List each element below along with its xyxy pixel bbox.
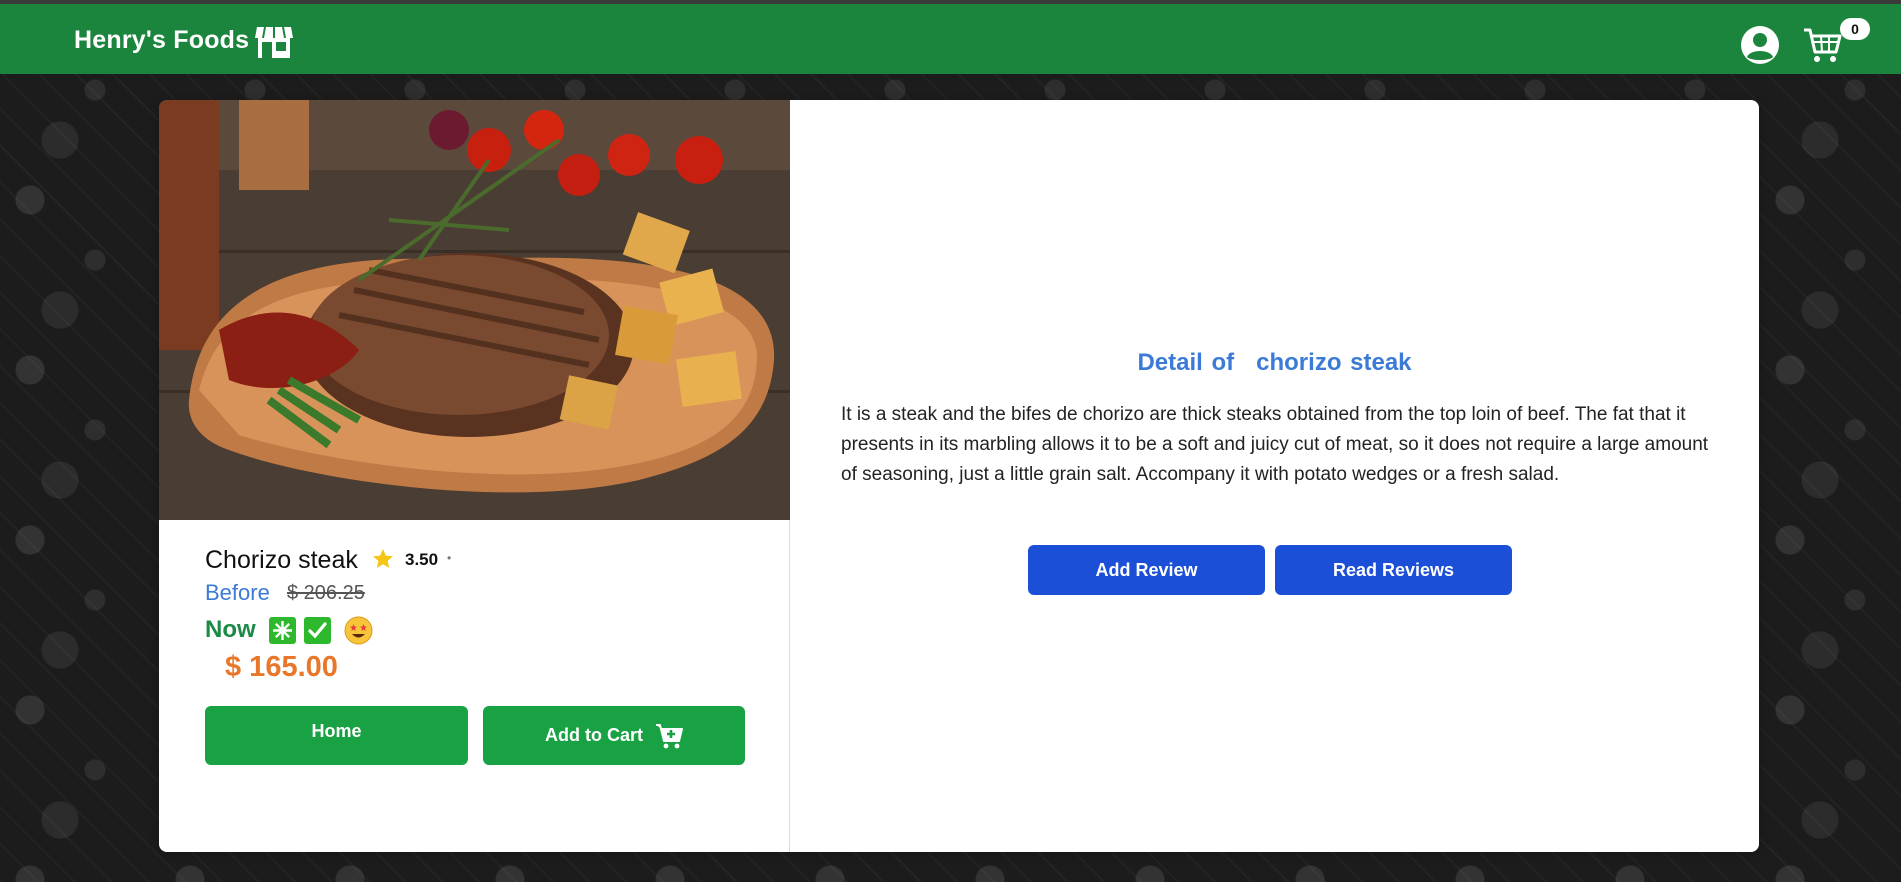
now-label: Now bbox=[205, 616, 256, 643]
rating-separator: • bbox=[447, 551, 452, 565]
detail-title-prefix: Detail of bbox=[1137, 349, 1235, 376]
product-description: It is a steak and the bifes de chorizo a… bbox=[841, 404, 1709, 485]
sparkle-icon bbox=[269, 617, 296, 644]
product-name: Chorizo steak bbox=[205, 546, 358, 574]
home-button[interactable]: Home bbox=[205, 706, 468, 765]
before-label: Before bbox=[205, 580, 270, 605]
top-navbar: Henry's Foods 0 bbox=[0, 0, 1901, 74]
product-summary-panel: Chorizo steak 3.50 • Before $ 206.25 Now… bbox=[159, 100, 790, 852]
star-struck-face-icon bbox=[344, 616, 373, 645]
read-reviews-button[interactable]: Read Reviews bbox=[1275, 545, 1512, 595]
cart-count-badge: 0 bbox=[1840, 18, 1870, 40]
check-icon bbox=[304, 617, 331, 644]
current-price: $ 165.00 bbox=[225, 651, 338, 683]
star-icon bbox=[373, 549, 393, 568]
brand-name[interactable]: Henry's Foods bbox=[74, 26, 249, 55]
store-icon[interactable] bbox=[254, 24, 294, 60]
add-to-cart-button[interactable]: Add to Cart bbox=[483, 706, 745, 765]
detail-title: Detail of chorizo steak bbox=[790, 349, 1759, 377]
old-price: $ 206.25 bbox=[287, 582, 365, 604]
product-photo bbox=[159, 100, 790, 520]
detail-title-name: chorizo steak bbox=[1256, 349, 1412, 376]
cart-plus-icon bbox=[656, 723, 683, 748]
add-to-cart-label: Add to Cart bbox=[545, 725, 643, 745]
home-button-label: Home bbox=[311, 721, 362, 741]
cart-icon[interactable] bbox=[1802, 26, 1842, 64]
add-review-button[interactable]: Add Review bbox=[1028, 545, 1265, 595]
product-detail-card: Chorizo steak 3.50 • Before $ 206.25 Now… bbox=[159, 100, 1759, 852]
user-icon[interactable] bbox=[1740, 25, 1780, 65]
rating-value: 3.50 bbox=[405, 550, 439, 569]
